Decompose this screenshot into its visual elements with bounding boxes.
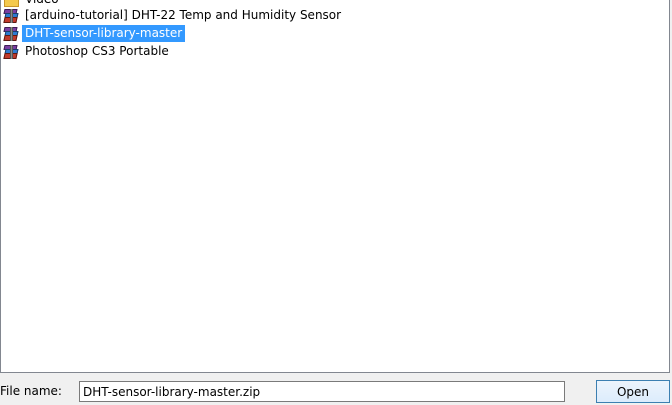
list-item-arduino-tutorial[interactable]: [arduino-tutorial] DHT-22 Temp and Humid… [3, 7, 344, 24]
list-item-photoshop-cs3-portable[interactable]: Photoshop CS3 Portable [3, 43, 172, 60]
open-button[interactable]: Open [596, 380, 670, 403]
archive-icon [3, 26, 20, 42]
list-item-label: Photoshop CS3 Portable [25, 44, 169, 58]
archive-icon [3, 44, 20, 60]
list-item-dht-sensor-library-master[interactable]: DHT-sensor-library-master [3, 25, 186, 42]
file-name-input[interactable] [79, 381, 565, 402]
file-name-label: File name: [0, 384, 62, 398]
archive-icon [3, 8, 20, 24]
file-open-dialog: Video [arduino-tutorial] DHT-22 Temp and… [0, 0, 672, 405]
file-list[interactable]: Video [arduino-tutorial] DHT-22 Temp and… [0, 0, 670, 373]
list-item-label: DHT-sensor-library-master [22, 25, 186, 42]
list-item-label: [arduino-tutorial] DHT-22 Temp and Humid… [25, 8, 342, 22]
